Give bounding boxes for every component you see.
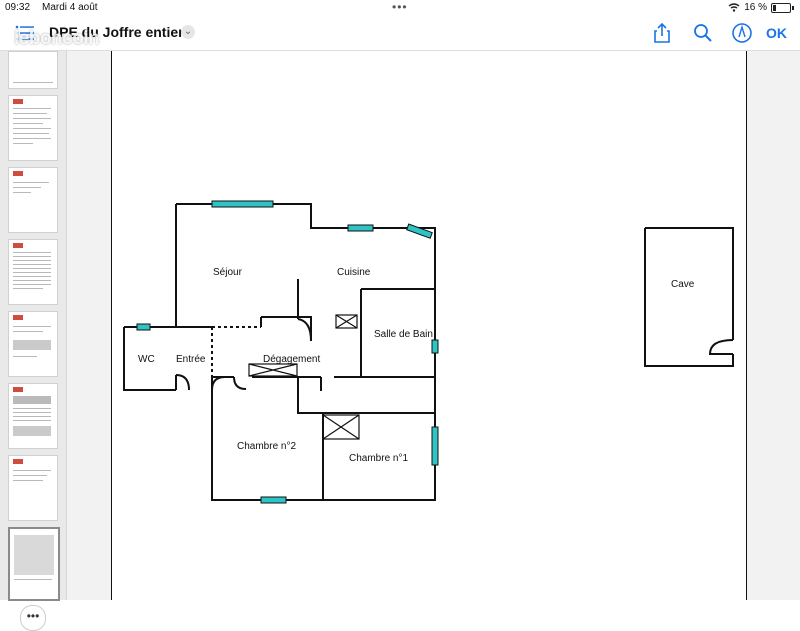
- toolbar: DPE du Joffre entier ⌄ leboncoin OK: [0, 16, 800, 51]
- status-right: 16 %: [728, 2, 794, 13]
- more-icon[interactable]: •••: [20, 605, 46, 631]
- floor-plan: Séjour Cuisine Salle de Bain WC Entrée D…: [123, 200, 734, 504]
- page-thumbnail[interactable]: [8, 455, 58, 521]
- window: [347, 224, 374, 232]
- room-label-degagement: Dégagement: [263, 354, 320, 365]
- markup-icon[interactable]: [731, 22, 753, 44]
- window: [260, 496, 287, 504]
- page-thumbnail[interactable]: [8, 167, 58, 233]
- room-label-cuisine: Cuisine: [337, 267, 371, 278]
- room-label-salle-de-bain: Salle de Bain: [374, 329, 433, 340]
- page-thumbnail[interactable]: [8, 311, 58, 377]
- window: [211, 200, 274, 208]
- page-thumbnail[interactable]: [8, 239, 58, 305]
- search-icon[interactable]: [692, 22, 714, 44]
- room-label-cave: Cave: [671, 279, 695, 290]
- wifi-icon: [728, 3, 740, 12]
- window: [431, 339, 439, 354]
- room-label-chambre-2: Chambre n°2: [237, 441, 296, 452]
- room-label-chambre-1: Chambre n°1: [349, 453, 408, 464]
- page-thumbnail[interactable]: [8, 95, 58, 161]
- thumbnail-sidebar: •••: [0, 51, 67, 631]
- page-thumbnail-selected[interactable]: [8, 527, 60, 601]
- room-label-sejour: Séjour: [213, 267, 243, 278]
- ok-button[interactable]: OK: [766, 25, 787, 41]
- page-thumbnail[interactable]: [8, 51, 58, 89]
- page-thumbnail[interactable]: [8, 383, 58, 449]
- plan-walls: [123, 203, 734, 501]
- share-icon[interactable]: [651, 22, 673, 44]
- window: [431, 426, 439, 466]
- window: [406, 223, 433, 239]
- window: [136, 323, 151, 331]
- battery-icon: [771, 2, 791, 13]
- status-time: 09:32: [5, 2, 31, 13]
- chevron-down-icon[interactable]: ⌄: [181, 25, 195, 39]
- room-label-entree: Entrée: [176, 354, 206, 365]
- status-bar: 09:32 Mardi 4 août ••• 16 %: [0, 0, 800, 16]
- room-label-wc: WC: [138, 354, 155, 365]
- watermark-logo: leboncoin: [14, 28, 100, 49]
- status-date: Mardi 4 août: [42, 2, 98, 13]
- battery-percent: 16 %: [744, 2, 767, 13]
- multitasking-dots[interactable]: •••: [392, 0, 408, 14]
